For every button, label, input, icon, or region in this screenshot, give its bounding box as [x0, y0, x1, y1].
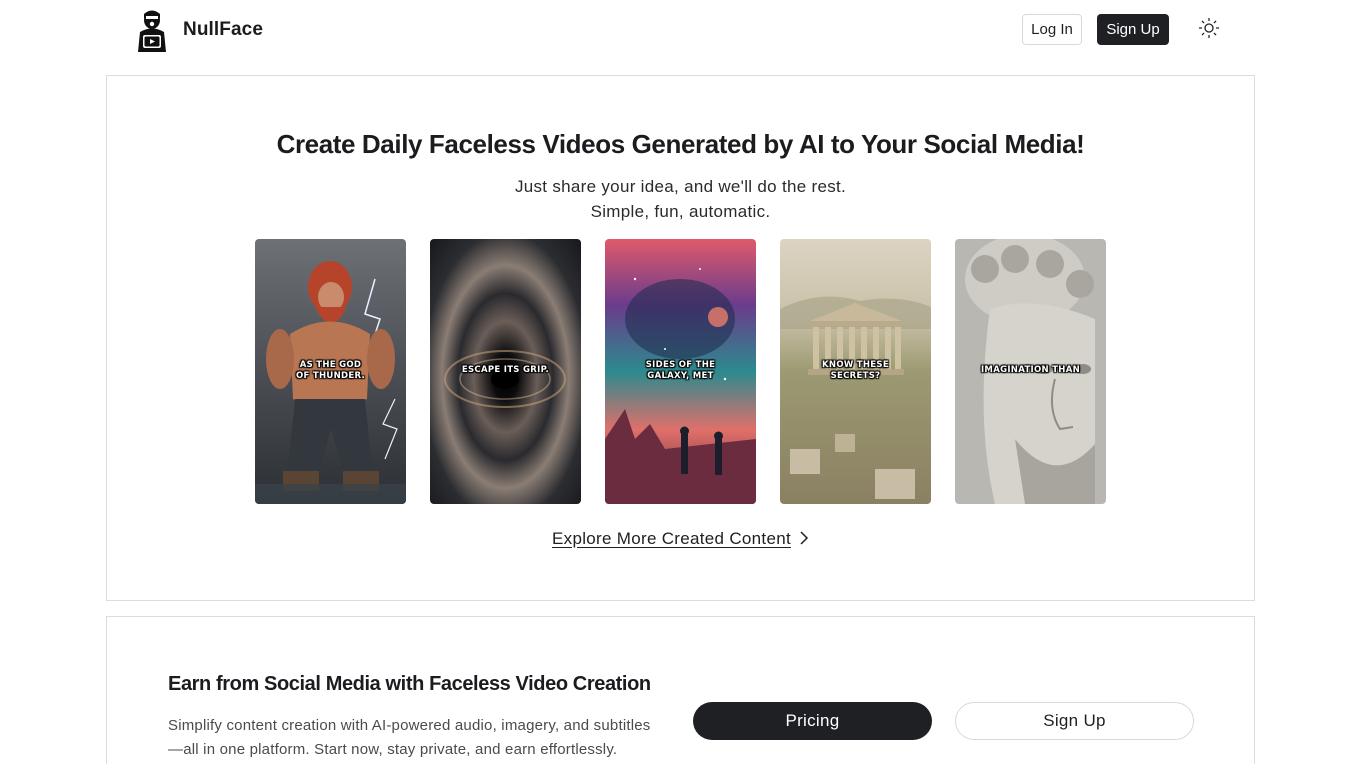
video-caption: KNOW THESE SECRETS? [780, 360, 931, 382]
video-thumbnail-marble-statue[interactable]: IMAGINATION THAN [955, 239, 1106, 504]
video-thumbnail-thunder-god[interactable]: AS THE GOD OF THUNDER. [255, 239, 406, 504]
caption-line: SIDES OF THE [645, 360, 716, 370]
site-header: NullFace Log In Sign Up [0, 0, 1360, 62]
video-thumbnail-gallery: AS THE GOD OF THUNDER. ESCAPE ITS GRIP. … [255, 239, 1107, 504]
hero-subtitle: Just share your idea, and we'll do the r… [107, 174, 1254, 224]
earn-section: Earn from Social Media with Faceless Vid… [106, 616, 1255, 764]
video-caption: SIDES OF THE GALAXY, MET [605, 360, 756, 382]
caption-line: SECRETS? [830, 371, 881, 381]
video-caption: IMAGINATION THAN [955, 365, 1106, 376]
hero-subtitle-line2: Simple, fun, automatic. [590, 202, 771, 221]
video-thumbnail-black-hole[interactable]: ESCAPE ITS GRIP. [430, 239, 581, 504]
video-caption: ESCAPE ITS GRIP. [430, 365, 581, 376]
sun-icon[interactable] [1198, 17, 1220, 39]
pricing-button[interactable]: Pricing [693, 702, 932, 740]
video-caption: AS THE GOD OF THUNDER. [255, 360, 406, 382]
explore-more-row: Explore More Created Content [107, 529, 1254, 550]
hero-section: Create Daily Faceless Videos Generated b… [106, 75, 1255, 601]
video-thumbnail-galaxy[interactable]: SIDES OF THE GALAXY, MET [605, 239, 756, 504]
earn-description: Simplify content creation with AI-powere… [168, 717, 651, 758]
caption-line: AS THE GOD [299, 360, 362, 370]
nullface-logo-icon[interactable] [134, 8, 170, 52]
video-thumbnail-ancient-temple[interactable]: KNOW THESE SECRETS? [780, 239, 931, 504]
caption-line: KNOW THESE [822, 360, 889, 370]
explore-more-link[interactable]: Explore More Created Content [552, 529, 791, 548]
caption-line: ESCAPE ITS GRIP. [461, 365, 550, 375]
caption-line: OF THUNDER. [295, 371, 365, 381]
chevron-right-icon[interactable] [799, 530, 809, 550]
signup-button-secondary[interactable]: Sign Up [955, 702, 1194, 740]
signup-button-header[interactable]: Sign Up [1097, 14, 1169, 45]
caption-line: IMAGINATION THAN [980, 365, 1081, 375]
brand-name[interactable]: NullFace [183, 19, 263, 41]
hero-subtitle-line1: Just share your idea, and we'll do the r… [514, 177, 847, 196]
earn-title: Earn from Social Media with Faceless Vid… [168, 673, 651, 695]
caption-line: GALAXY, MET [647, 371, 714, 381]
login-button[interactable]: Log In [1022, 14, 1082, 45]
hero-title: Create Daily Faceless Videos Generated b… [276, 129, 1085, 159]
